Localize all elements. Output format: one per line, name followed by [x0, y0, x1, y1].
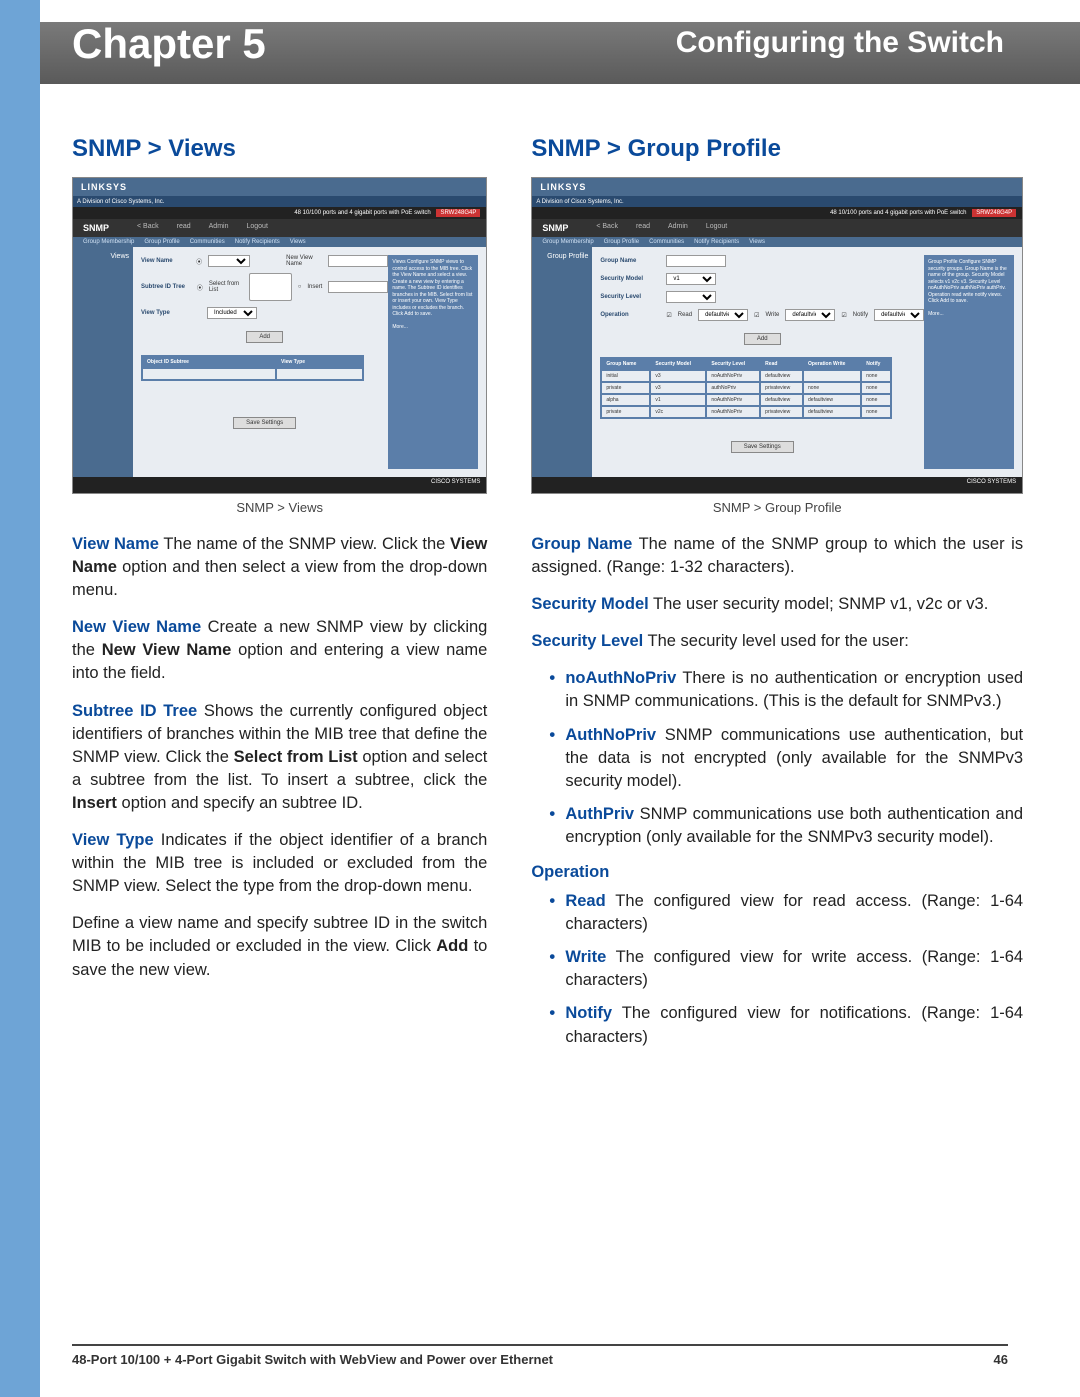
content-area: SNMP > Views LINKSYS A Division of Cisco… — [72, 135, 1008, 1063]
save-button[interactable]: Save Settings — [233, 417, 296, 429]
notify-select[interactable]: defaultview — [874, 309, 924, 321]
list-item: Notify The configured view for notificat… — [549, 1002, 1023, 1048]
ss-help-panel: Views Configure SNMP views to control ac… — [388, 255, 478, 469]
list-item: AuthPriv SNMP communications use both au… — [549, 803, 1023, 849]
left-margin-stripe — [0, 0, 40, 1397]
para-sec-model: Security Model The user security model; … — [531, 593, 1023, 616]
table-row: initialv3noAuthNoPrivdefaultviewnone — [602, 371, 889, 381]
footer-page-number: 46 — [994, 1352, 1008, 1367]
new-view-name-input[interactable] — [328, 255, 388, 267]
add-button-r[interactable]: Add — [744, 333, 781, 345]
ss-model-text-r: 48 10/100 ports and 4 gigabit ports with… — [830, 210, 966, 216]
read-select[interactable]: defaultview — [698, 309, 748, 321]
page-footer: 48-Port 10/100 + 4-Port Gigabit Switch w… — [72, 1344, 1008, 1367]
page-title: Configuring the Switch — [676, 26, 1004, 60]
ss-tabs-r: Group MembershipGroup ProfileCommunities… — [532, 237, 1022, 247]
select-from-list: Select from List — [209, 281, 243, 293]
para-view-name: View Name The name of the SNMP view. Cli… — [72, 533, 487, 602]
cisco-logo-r: CISCO SYSTEMS — [967, 479, 1016, 485]
new-view-name-label: New View Name — [286, 255, 322, 267]
view-type-select[interactable]: Included — [207, 307, 257, 319]
sec-model-label: Security Model — [600, 276, 660, 282]
ss-nav: SNMP < Back read Admin Logout — [73, 219, 486, 237]
para-view-type: View Type Indicates if the object identi… — [72, 829, 487, 898]
ss-main-tab-r: SNMP — [542, 223, 568, 233]
ss-main-tab: SNMP — [83, 223, 109, 233]
group-name-input[interactable] — [666, 255, 726, 267]
list-item: noAuthNoPriv There is no authentication … — [549, 667, 1023, 713]
ss-model: 48 10/100 ports and 4 gigabit ports with… — [73, 207, 486, 219]
ss-model-tag: SRW248G4P — [436, 209, 480, 217]
section-heading-views: SNMP > Views — [72, 135, 487, 163]
table-row: privatev3authNoPrivprivateviewnonenone — [602, 383, 889, 393]
ss-side-label: Views — [73, 247, 133, 477]
op-read: Read — [678, 312, 692, 318]
insert-input[interactable] — [328, 281, 388, 293]
ss-nav-read[interactable]: read — [177, 223, 191, 233]
para-sec-level: Security Level The security level used f… — [531, 630, 1023, 653]
ss-model-tag-r: SRW248G4P — [972, 209, 1016, 217]
sec-level-label: Security Level — [600, 294, 660, 300]
list-item: Read The configured view for read access… — [549, 890, 1023, 936]
sec-model-select[interactable]: v1 — [666, 273, 716, 285]
table-row: privatev2cnoAuthNoPrivprivateviewdefault… — [602, 407, 889, 417]
screenshot-group-profile: LINKSYS A Division of Cisco Systems, Inc… — [531, 177, 1023, 494]
ss-nav-r: SNMP < Back read Admin Logout — [532, 219, 1022, 237]
ss-brand-sub: A Division of Cisco Systems, Inc. — [73, 197, 486, 207]
caption-group: SNMP > Group Profile — [531, 500, 1023, 515]
subtree-list[interactable] — [249, 273, 292, 301]
operation-heading: Operation — [531, 863, 1023, 882]
section-heading-group: SNMP > Group Profile — [531, 135, 1023, 163]
cisco-logo: CISCO SYSTEMS — [431, 479, 480, 485]
right-column: SNMP > Group Profile LINKSYS A Division … — [531, 135, 1023, 1063]
view-name-select[interactable] — [208, 255, 250, 267]
ss-nav-back[interactable]: < Back — [137, 223, 159, 233]
ss-tabs: Group MembershipGroup ProfileCommunities… — [73, 237, 486, 247]
ss-nav-back-r[interactable]: < Back — [596, 223, 618, 233]
op-write: Write — [765, 312, 779, 318]
view-name-label: View Name — [141, 258, 190, 264]
list-item: Write The configured view for write acce… — [549, 946, 1023, 992]
footer-product: 48-Port 10/100 + 4-Port Gigabit Switch w… — [72, 1352, 553, 1367]
insert-opt: Insert — [307, 284, 322, 290]
operation-list: Read The configured view for read access… — [549, 890, 1023, 1049]
ss-nav-admin-r[interactable]: Admin — [668, 223, 688, 233]
left-column: SNMP > Views LINKSYS A Division of Cisco… — [72, 135, 487, 1063]
table-row: alphav1noAuthNoPrivdefaultviewdefaultvie… — [602, 395, 889, 405]
para-new-view-name: New View Name Create a new SNMP view by … — [72, 616, 487, 685]
security-level-list: noAuthNoPriv There is no authentication … — [549, 667, 1023, 849]
para-final: Define a view name and specify subtree I… — [72, 912, 487, 981]
save-button-r[interactable]: Save Settings — [731, 441, 794, 453]
write-select[interactable]: defaultview — [785, 309, 835, 321]
ss-nav-read-r[interactable]: read — [636, 223, 650, 233]
ss-nav-logout-r[interactable]: Logout — [706, 223, 727, 233]
ss-nav-admin[interactable]: Admin — [209, 223, 229, 233]
ss-help-panel-r: Group Profile Configure SNMP security gr… — [924, 255, 1014, 469]
views-table: Object ID SubtreeView Type — [141, 355, 364, 381]
ss-nav-logout[interactable]: Logout — [246, 223, 267, 233]
list-item: AuthNoPriv SNMP communications use authe… — [549, 724, 1023, 793]
ss-brand: LINKSYS — [73, 178, 486, 197]
sec-level-select[interactable] — [666, 291, 716, 303]
ss-brand-sub-r: A Division of Cisco Systems, Inc. — [532, 197, 1022, 207]
view-type-label: View Type — [141, 310, 201, 316]
ss-model-r: 48 10/100 ports and 4 gigabit ports with… — [532, 207, 1022, 219]
ss-side-label-r: Group Profile — [532, 247, 592, 477]
subtree-label: Subtree ID Tree — [141, 284, 191, 290]
caption-views: SNMP > Views — [72, 500, 487, 515]
para-subtree: Subtree ID Tree Shows the currently conf… — [72, 700, 487, 815]
add-button[interactable]: Add — [246, 331, 283, 343]
group-table: Group NameSecurity ModelSecurity LevelRe… — [600, 357, 891, 419]
chapter-label: Chapter 5 — [72, 20, 266, 68]
op-notify: Notify — [853, 312, 868, 318]
ss-model-text: 48 10/100 ports and 4 gigabit ports with… — [294, 210, 430, 216]
screenshot-views: LINKSYS A Division of Cisco Systems, Inc… — [72, 177, 487, 494]
operation-label: Operation — [600, 312, 660, 318]
ss-brand-r: LINKSYS — [532, 178, 1022, 197]
group-name-label: Group Name — [600, 258, 660, 264]
para-group-name: Group Name The name of the SNMP group to… — [531, 533, 1023, 579]
